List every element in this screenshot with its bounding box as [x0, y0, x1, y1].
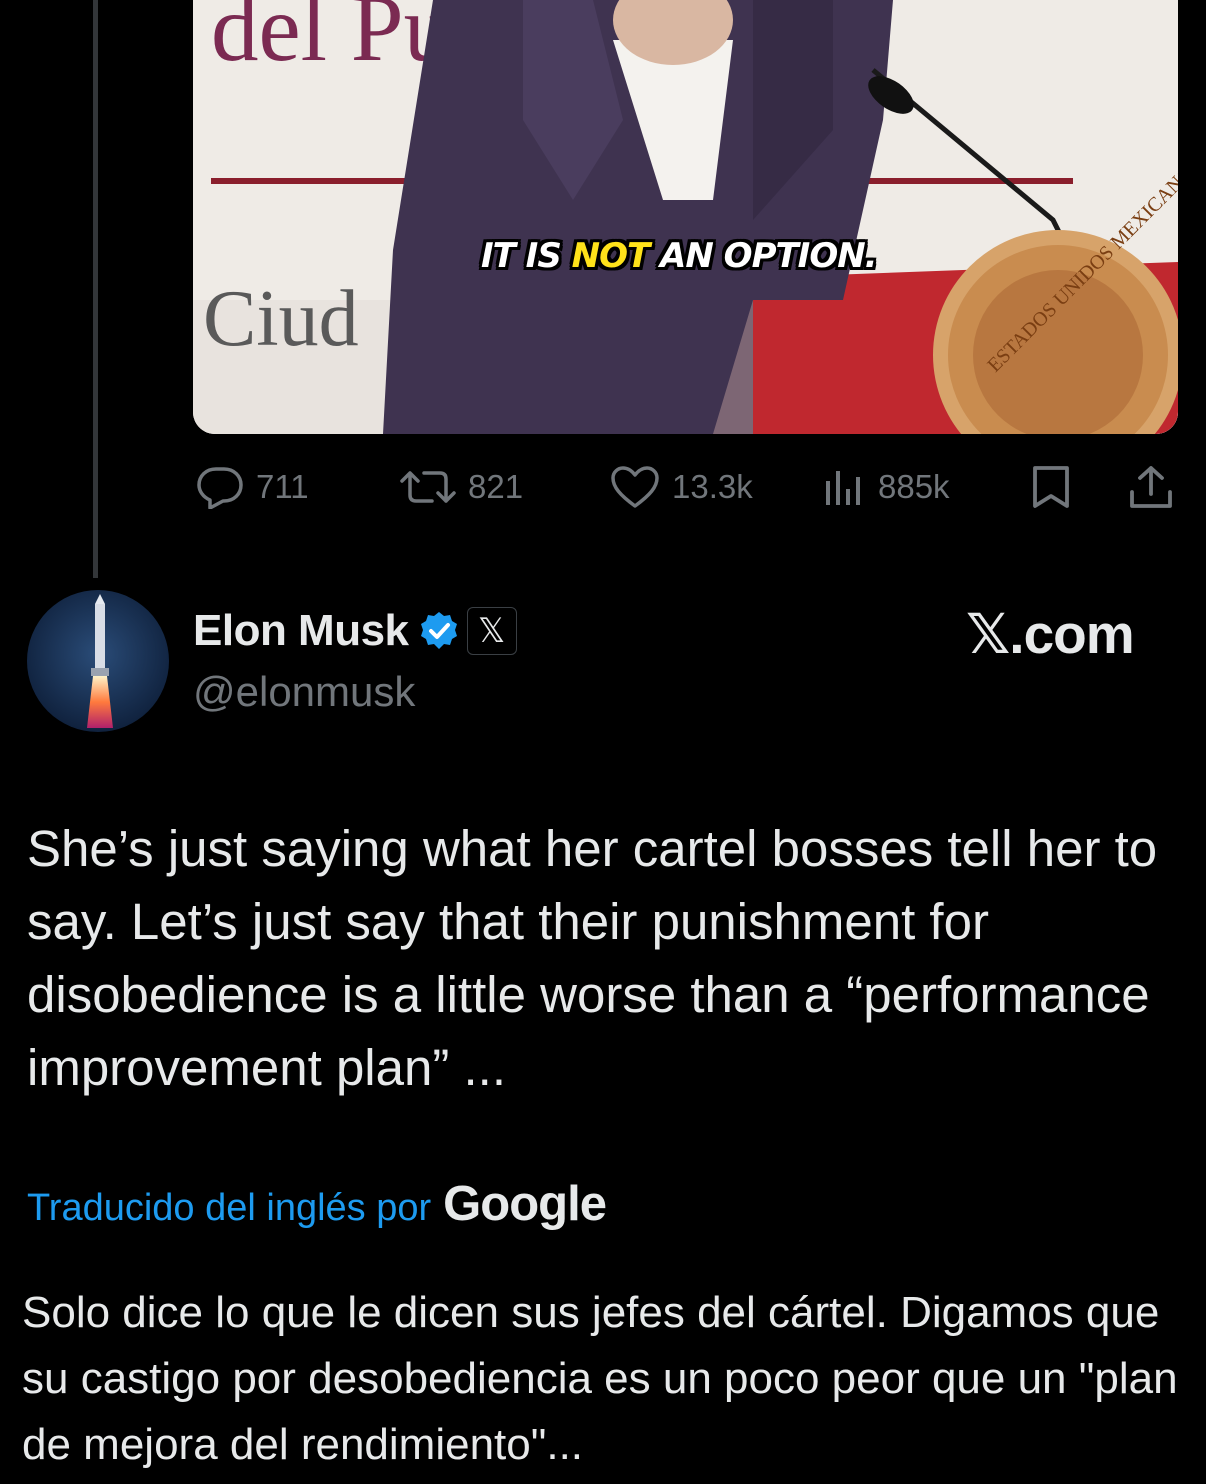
- bookmark-icon: [1033, 466, 1069, 508]
- translated-label: Traducido del inglés por: [27, 1187, 432, 1229]
- translation-attribution[interactable]: Traducido del inglés por Google: [27, 1176, 607, 1232]
- author-name-row: Elon Musk 𝕏: [193, 604, 517, 658]
- repost-button[interactable]: 821: [400, 462, 523, 512]
- reply-icon: [197, 467, 243, 509]
- repost-count: 821: [468, 468, 524, 505]
- affiliation-badge[interactable]: 𝕏: [466, 607, 517, 655]
- verified-badge-icon[interactable]: [419, 611, 459, 651]
- share-button[interactable]: [1128, 462, 1174, 512]
- view-count: 885k: [878, 468, 950, 505]
- like-button[interactable]: 13.3k: [610, 462, 753, 512]
- tweet-text: She’s just saying what her cartel bosses…: [27, 820, 1158, 1096]
- avatar[interactable]: [27, 590, 169, 732]
- video-frame: del Pueblo Ciud ESTADOS UNIDOS MEXICANOS: [193, 0, 1178, 434]
- rocket-launch-image: [27, 590, 169, 732]
- like-count: 13.3k: [672, 468, 753, 505]
- x-logo-icon: 𝕏: [477, 611, 506, 651]
- repost-icon: [400, 471, 456, 503]
- author-name[interactable]: Elon Musk: [193, 606, 409, 656]
- video-player[interactable]: del Pueblo Ciud ESTADOS UNIDOS MEXICANOS…: [193, 0, 1178, 434]
- video-caption: IT IS NOT AN OPTION.: [481, 236, 878, 276]
- share-icon: [1130, 466, 1172, 508]
- like-icon: [611, 466, 659, 508]
- caption-highlight: NOT: [571, 236, 651, 276]
- views-icon: [826, 471, 860, 505]
- views-button[interactable]: 885k: [822, 462, 950, 512]
- reply-count: 711: [256, 468, 309, 505]
- backdrop-text-left: Ciud: [203, 275, 359, 363]
- author-handle[interactable]: @elonmusk: [193, 668, 415, 716]
- tweet-action-bar: 711 821 13.3k 885k: [0, 462, 1206, 512]
- google-logo: Google: [443, 1177, 607, 1231]
- x-com-watermark: 𝕏.com: [966, 603, 1135, 665]
- bookmark-button[interactable]: [1030, 462, 1072, 512]
- translated-text: Solo dice lo que le dicen sus jefes del …: [22, 1288, 1178, 1469]
- reply-button[interactable]: 711: [196, 462, 309, 512]
